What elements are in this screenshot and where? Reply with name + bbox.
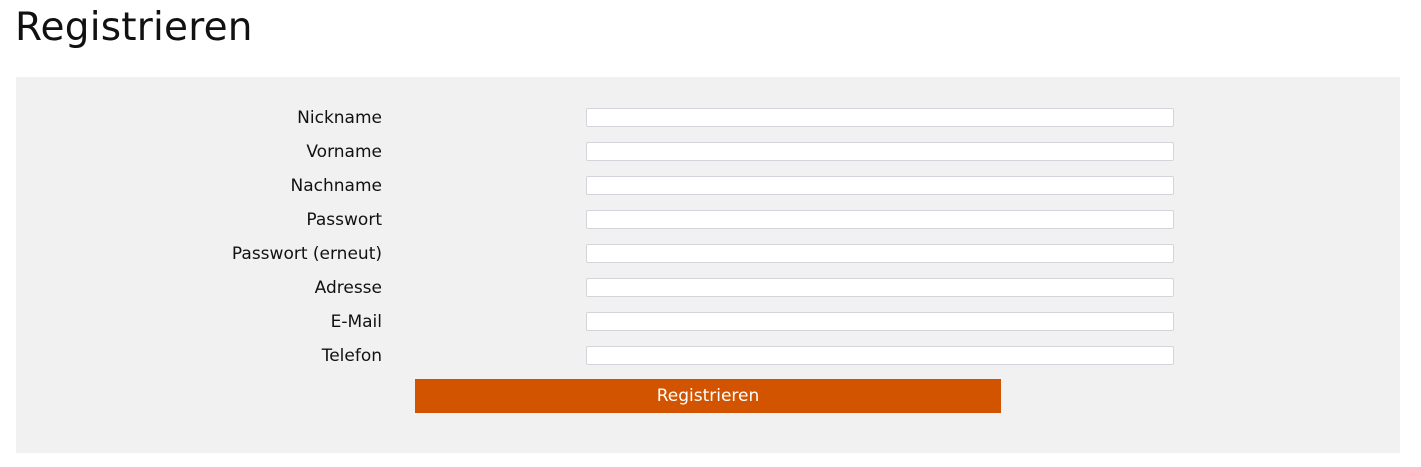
vorname-label: Vorname <box>306 142 382 162</box>
form-row-nickname: Nickname <box>16 107 1400 129</box>
form-row-vorname: Vorname <box>16 141 1400 163</box>
registration-form: Nickname Vorname Nachname Passwort Passw… <box>16 77 1400 453</box>
nachname-label: Nachname <box>290 176 382 196</box>
form-row-nachname: Nachname <box>16 175 1400 197</box>
nickname-label: Nickname <box>297 108 382 128</box>
page-title: Registrieren <box>15 5 253 50</box>
form-row-adresse: Adresse <box>16 277 1400 299</box>
passwort-label: Passwort <box>306 210 382 230</box>
nickname-input[interactable] <box>586 108 1174 127</box>
form-row-email: E-Mail <box>16 311 1400 333</box>
passwort-erneut-input[interactable] <box>586 244 1174 263</box>
form-row-passwort: Passwort <box>16 209 1400 231</box>
telefon-input[interactable] <box>586 346 1174 365</box>
nachname-input[interactable] <box>586 176 1174 195</box>
adresse-label: Adresse <box>314 278 382 298</box>
register-button[interactable]: Registrieren <box>415 379 1001 413</box>
email-input[interactable] <box>586 312 1174 331</box>
passwort-erneut-label: Passwort (erneut) <box>231 244 382 264</box>
telefon-label: Telefon <box>321 346 382 366</box>
adresse-input[interactable] <box>586 278 1174 297</box>
vorname-input[interactable] <box>586 142 1174 161</box>
email-label: E-Mail <box>330 312 382 332</box>
form-row-passwort-erneut: Passwort (erneut) <box>16 243 1400 265</box>
passwort-input[interactable] <box>586 210 1174 229</box>
form-row-telefon: Telefon <box>16 345 1400 367</box>
